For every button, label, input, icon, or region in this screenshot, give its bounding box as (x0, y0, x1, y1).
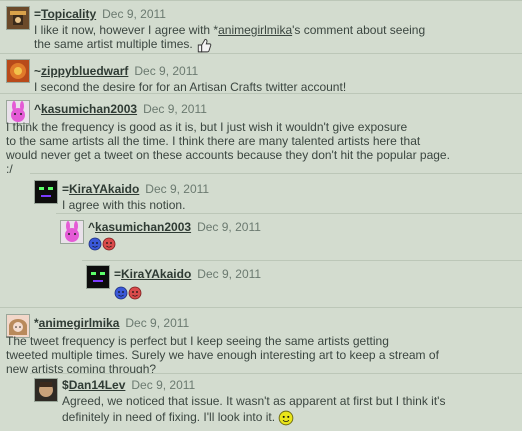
thumbs-up-emoticon-icon (197, 38, 212, 53)
avatar[interactable] (60, 220, 84, 244)
sun-avatar-icon (7, 60, 29, 82)
pixel-avatar-icon (87, 266, 109, 288)
pixel-avatar-icon (35, 181, 57, 203)
comment-text-line: would never get a tweet on these account… (6, 148, 450, 162)
avatar[interactable] (6, 6, 30, 30)
username-link[interactable]: KiraYAkaido (69, 182, 139, 196)
comment-text-line: I agree with this notion. (62, 198, 186, 212)
username-link[interactable]: Dan14Lev (69, 378, 126, 392)
user-symbol: $ (62, 378, 69, 392)
comment-text-line: The tweet frequency is perfect but I kee… (6, 334, 389, 348)
comment-date: Dec 9, 2011 (125, 316, 190, 330)
comment-text-line: Agreed, we noticed that issue. It wasn't… (62, 394, 446, 408)
mention-link[interactable]: animegirlmika (218, 23, 292, 37)
text-part: the same artist multiple times. (34, 37, 193, 52)
avatar[interactable] (34, 378, 58, 402)
user-symbol: = (114, 267, 122, 281)
comment: ~zippybluedwarf Dec 9, 2011 I second the … (0, 53, 522, 94)
user-symbol: = (34, 7, 42, 21)
comment: =Topicality Dec 9, 2011 I like it now, ho… (0, 0, 522, 53)
comment-emoticons (88, 236, 116, 251)
comment-emoticons (114, 285, 142, 300)
text-part: 's comment about seeing (292, 23, 426, 37)
username-link[interactable]: KiraYAkaido (121, 267, 191, 281)
comment-date: Dec 9, 2011 (197, 267, 262, 281)
comment: ^kasumichan2003 Dec 9, 2011 I think the f… (0, 93, 522, 176)
comment-thread: =Topicality Dec 9, 2011 I like it now, ho… (0, 0, 522, 431)
user-symbol: = (62, 182, 70, 196)
yellow-smile-emoticon-icon (279, 410, 294, 426)
comment-date: Dec 9, 2011 (145, 182, 210, 196)
comment-text-line: the same artist multiple times. (34, 37, 212, 53)
text-part: definitely in need of fixing. I'll look … (62, 410, 276, 425)
user-symbol: ^ (34, 102, 42, 116)
blue-smile-emoticon-icon (114, 286, 128, 300)
comment-text-line: :/ (6, 162, 13, 176)
red-smile-emoticon-icon (102, 237, 116, 251)
comment-date: Dec 9, 2011 (102, 7, 166, 21)
comment-text-line: I think the frequency is good as it is, … (6, 120, 408, 134)
username-link[interactable]: zippybluedwarf (41, 64, 128, 78)
username-link[interactable]: Topicality (41, 7, 96, 21)
comment-date: Dec 9, 2011 (131, 378, 196, 392)
comment-text-line: I second the desire for for an Artisan C… (34, 80, 347, 94)
comment-date: Dec 9, 2011 (134, 64, 199, 78)
red-smile-emoticon-icon (128, 286, 142, 300)
comment-text-line: to the same artists all the time. I thin… (6, 134, 421, 148)
comment: ^kasumichan2003 Dec 9, 2011 (56, 213, 522, 260)
bunny-avatar-icon (61, 221, 83, 243)
username-link[interactable]: animegirlmika (39, 316, 120, 330)
comment-meta: =KiraYAkaido Dec 9, 2011 (114, 267, 261, 281)
user-symbol: ^ (88, 220, 96, 234)
username-link[interactable]: kasumichan2003 (95, 220, 191, 234)
comment-meta: *animegirlmika Dec 9, 2011 (34, 316, 189, 330)
avatar[interactable] (6, 59, 30, 83)
comment-meta: $Dan14Lev Dec 9, 2011 (62, 378, 195, 392)
comment: $Dan14Lev Dec 9, 2011 Agreed, we noticed … (30, 373, 522, 431)
text-part: I like it now, however I agree with (34, 23, 214, 37)
comment-meta: ^kasumichan2003 Dec 9, 2011 (88, 220, 261, 234)
avatar[interactable] (86, 265, 110, 289)
comment-date: Dec 9, 2011 (197, 220, 261, 234)
comment-text-line: tweeted multiple times. Surely we have e… (6, 348, 439, 362)
avatar[interactable] (34, 180, 58, 204)
blue-smile-emoticon-icon (88, 237, 102, 251)
comment-meta: ~zippybluedwarf Dec 9, 2011 (34, 64, 198, 78)
comment-meta: =KiraYAkaido Dec 9, 2011 (62, 182, 209, 196)
comment: =KiraYAkaido Dec 9, 2011 (82, 260, 522, 307)
comment: =KiraYAkaido Dec 9, 2011 I agree with thi… (30, 173, 522, 213)
comment: *animegirlmika Dec 9, 2011 The tweet freq… (0, 307, 522, 376)
comment-text: I like it now, however I agree with *ani… (34, 23, 425, 37)
user-symbol: ~ (34, 64, 42, 78)
face-avatar-icon (35, 379, 57, 401)
comment-meta: ^kasumichan2003 Dec 9, 2011 (34, 102, 207, 116)
comment-text-line: definitely in need of fixing. I'll look … (62, 410, 294, 426)
deviant-avatar-icon (7, 7, 29, 29)
comment-date: Dec 9, 2011 (143, 102, 207, 116)
comment-meta: =Topicality Dec 9, 2011 (34, 7, 166, 21)
username-link[interactable]: kasumichan2003 (41, 102, 137, 116)
